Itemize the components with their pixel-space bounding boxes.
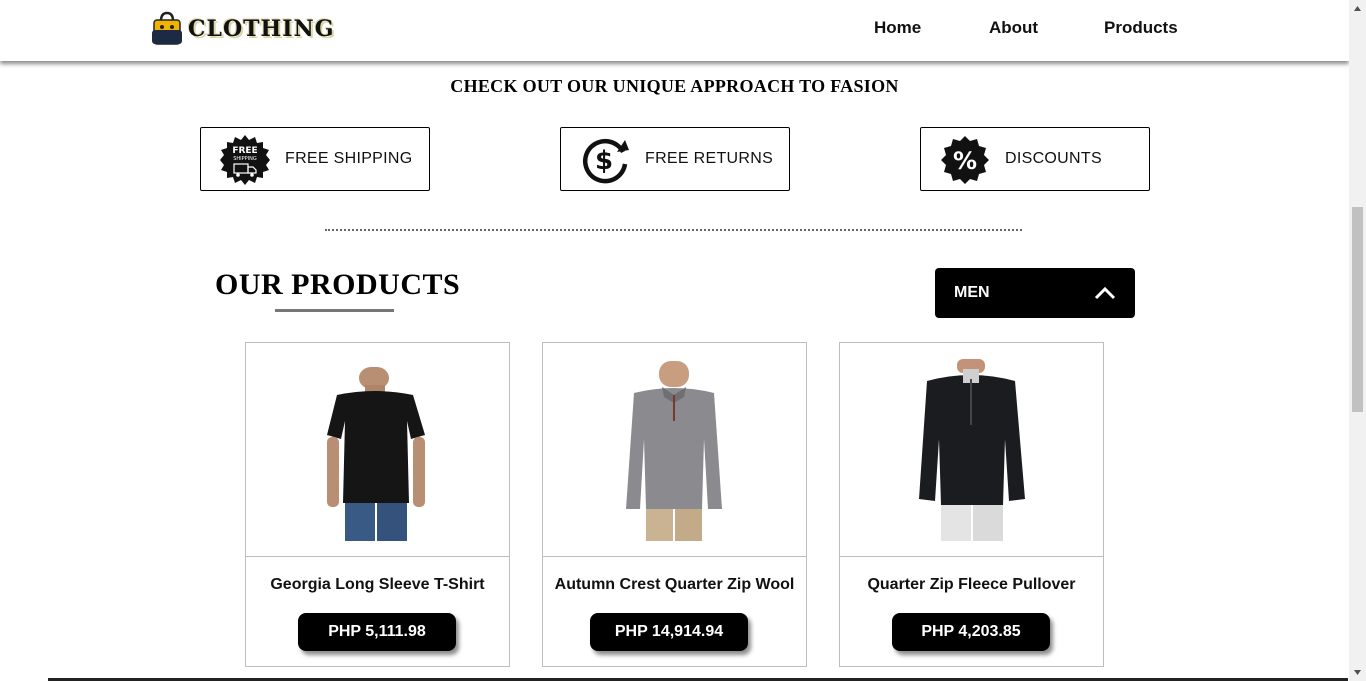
price-button[interactable]: PHP 5,111.98 xyxy=(298,613,456,651)
feature-label: DISCOUNTS xyxy=(1005,150,1102,167)
free-shipping-badge-icon: FREE SHIPPING xyxy=(220,135,270,185)
heading-underline xyxy=(275,309,394,312)
black-tshirt-image xyxy=(327,367,425,541)
badge-shipping-text: SHIPPING xyxy=(233,156,257,162)
nav-products[interactable]: Products xyxy=(1104,18,1178,38)
product-image[interactable] xyxy=(543,343,806,557)
svg-text:$: $ xyxy=(595,146,613,176)
product-card[interactable]: Georgia Long Sleeve T-Shirt PHP 5,111.98 xyxy=(245,342,510,667)
scrollbar-thumb[interactable] xyxy=(1352,207,1363,412)
dollar-return-icon: $ xyxy=(583,138,629,184)
product-image[interactable] xyxy=(840,343,1103,557)
product-name: Autumn Crest Quarter Zip Wool xyxy=(554,576,795,593)
product-card[interactable]: Autumn Crest Quarter Zip Wool PHP 14,914… xyxy=(542,342,807,667)
gray-quarter-zip-image xyxy=(626,361,722,541)
category-dropdown[interactable]: MEN xyxy=(935,268,1135,318)
scroll-up-arrow-icon[interactable] xyxy=(1349,0,1366,17)
product-card[interactable]: Quarter Zip Fleece Pullover PHP 4,203.85 xyxy=(839,342,1104,667)
price-button[interactable]: PHP 4,203.85 xyxy=(892,613,1050,651)
nav-about[interactable]: About xyxy=(989,18,1038,38)
feature-label: FREE SHIPPING xyxy=(285,150,413,167)
price-button[interactable]: PHP 14,914.94 xyxy=(590,613,748,651)
section-divider xyxy=(325,229,1022,231)
logo-text: CLOTHING xyxy=(188,16,335,42)
site-logo[interactable]: CLOTHING xyxy=(150,10,365,46)
tagline: CHECK OUT OUR UNIQUE APPROACH TO FASION xyxy=(450,76,899,96)
scroll-down-arrow-icon[interactable] xyxy=(1349,664,1366,681)
black-fleece-pullover-image xyxy=(919,359,1025,541)
product-name: Quarter Zip Fleece Pullover xyxy=(867,576,1076,593)
nav-home[interactable]: Home xyxy=(874,18,921,38)
product-name: Georgia Long Sleeve T-Shirt xyxy=(270,576,485,593)
page: CLOTHING Home About Products CHECK OUT O… xyxy=(0,0,1349,681)
category-dropdown-label: MEN xyxy=(954,284,990,301)
shopping-bag-icon xyxy=(152,11,182,45)
site-header: CLOTHING Home About Products xyxy=(0,0,1349,61)
badge-free-text: FREE xyxy=(232,146,257,156)
feature-discounts: % DISCOUNTS xyxy=(920,127,1150,191)
vertical-scrollbar[interactable] xyxy=(1349,0,1366,681)
percent-badge-icon: % xyxy=(941,136,989,184)
feature-label: FREE RETURNS xyxy=(645,150,774,167)
feature-free-returns: $ FREE RETURNS xyxy=(560,127,790,191)
product-image[interactable] xyxy=(246,343,509,557)
products-heading: OUR PRODUCTS xyxy=(215,268,461,301)
svg-text:%: % xyxy=(953,147,977,175)
feature-free-shipping: FREE SHIPPING FREE SHIPPING xyxy=(200,127,430,191)
chevron-up-icon xyxy=(1094,286,1116,300)
